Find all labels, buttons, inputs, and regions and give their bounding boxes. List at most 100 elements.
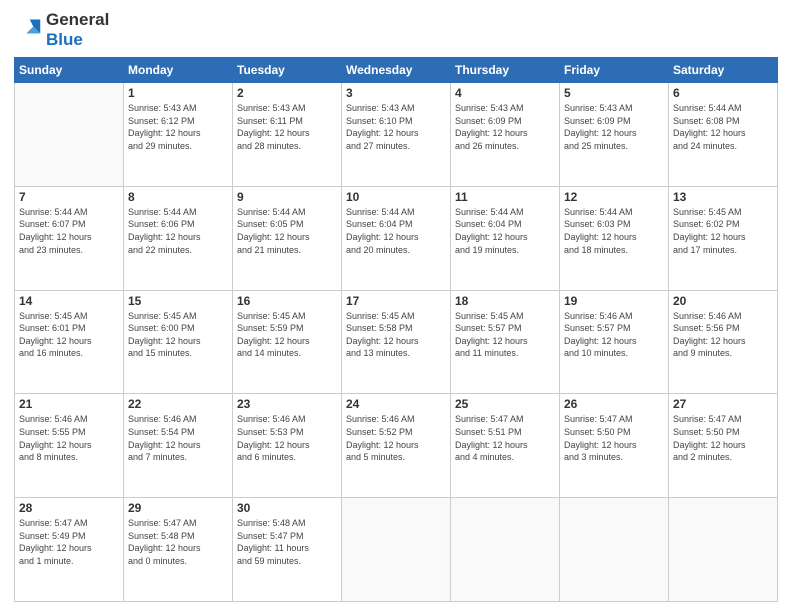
day-info: Sunrise: 5:44 AM Sunset: 6:05 PM Dayligh… bbox=[237, 206, 337, 256]
calendar-cell: 9 Sunrise: 5:44 AM Sunset: 6:05 PM Daylig… bbox=[233, 186, 342, 290]
day-info: Sunrise: 5:48 AM Sunset: 5:47 PM Dayligh… bbox=[237, 517, 337, 567]
day-info: Sunrise: 5:44 AM Sunset: 6:06 PM Dayligh… bbox=[128, 206, 228, 256]
logo-text: General Blue bbox=[46, 10, 109, 49]
day-info: Sunrise: 5:45 AM Sunset: 5:57 PM Dayligh… bbox=[455, 310, 555, 360]
day-info: Sunrise: 5:44 AM Sunset: 6:04 PM Dayligh… bbox=[455, 206, 555, 256]
day-info: Sunrise: 5:45 AM Sunset: 6:00 PM Dayligh… bbox=[128, 310, 228, 360]
day-number: 26 bbox=[564, 397, 664, 411]
day-number: 24 bbox=[346, 397, 446, 411]
calendar-cell: 21 Sunrise: 5:46 AM Sunset: 5:55 PM Dayli… bbox=[15, 394, 124, 498]
calendar-cell: 8 Sunrise: 5:44 AM Sunset: 6:06 PM Daylig… bbox=[124, 186, 233, 290]
day-info: Sunrise: 5:46 AM Sunset: 5:53 PM Dayligh… bbox=[237, 413, 337, 463]
calendar-cell: 27 Sunrise: 5:47 AM Sunset: 5:50 PM Dayli… bbox=[669, 394, 778, 498]
page: General Blue SundayMondayTuesdayWednesda… bbox=[0, 0, 792, 612]
day-info: Sunrise: 5:46 AM Sunset: 5:56 PM Dayligh… bbox=[673, 310, 773, 360]
weekday-header: Tuesday bbox=[233, 58, 342, 83]
day-number: 25 bbox=[455, 397, 555, 411]
calendar-cell bbox=[669, 498, 778, 602]
calendar-cell: 3Sunrise: 5:43 AM Sunset: 6:10 PM Daylig… bbox=[342, 83, 451, 187]
day-number: 14 bbox=[19, 294, 119, 308]
calendar-cell bbox=[342, 498, 451, 602]
weekday-header: Sunday bbox=[15, 58, 124, 83]
header: General Blue bbox=[14, 10, 778, 49]
day-info: Sunrise: 5:43 AM Sunset: 6:11 PM Dayligh… bbox=[237, 102, 337, 152]
day-info: Sunrise: 5:46 AM Sunset: 5:55 PM Dayligh… bbox=[19, 413, 119, 463]
day-info: Sunrise: 5:43 AM Sunset: 6:12 PM Dayligh… bbox=[128, 102, 228, 152]
day-number: 10 bbox=[346, 190, 446, 204]
day-info: Sunrise: 5:44 AM Sunset: 6:08 PM Dayligh… bbox=[673, 102, 773, 152]
day-number: 16 bbox=[237, 294, 337, 308]
calendar-cell: 24Sunrise: 5:46 AM Sunset: 5:52 PM Dayli… bbox=[342, 394, 451, 498]
logo-icon bbox=[14, 16, 42, 44]
day-info: Sunrise: 5:44 AM Sunset: 6:04 PM Dayligh… bbox=[346, 206, 446, 256]
day-number: 29 bbox=[128, 501, 228, 515]
calendar-cell: 17 Sunrise: 5:45 AM Sunset: 5:58 PM Dayli… bbox=[342, 290, 451, 394]
calendar: SundayMondayTuesdayWednesdayThursdayFrid… bbox=[14, 57, 778, 602]
day-info: Sunrise: 5:44 AM Sunset: 6:03 PM Dayligh… bbox=[564, 206, 664, 256]
day-number: 5 bbox=[564, 86, 664, 100]
day-number: 20 bbox=[673, 294, 773, 308]
day-number: 23 bbox=[237, 397, 337, 411]
day-number: 1 bbox=[128, 86, 228, 100]
calendar-cell: 20 Sunrise: 5:46 AM Sunset: 5:56 PM Dayli… bbox=[669, 290, 778, 394]
weekday-header: Thursday bbox=[451, 58, 560, 83]
logo: General Blue bbox=[14, 10, 109, 49]
weekday-header: Monday bbox=[124, 58, 233, 83]
calendar-cell bbox=[451, 498, 560, 602]
day-number: 17 bbox=[346, 294, 446, 308]
day-number: 11 bbox=[455, 190, 555, 204]
day-info: Sunrise: 5:47 AM Sunset: 5:51 PM Dayligh… bbox=[455, 413, 555, 463]
day-number: 21 bbox=[19, 397, 119, 411]
weekday-header: Friday bbox=[560, 58, 669, 83]
day-info: Sunrise: 5:45 AM Sunset: 5:58 PM Dayligh… bbox=[346, 310, 446, 360]
day-number: 6 bbox=[673, 86, 773, 100]
calendar-cell: 12 Sunrise: 5:44 AM Sunset: 6:03 PM Dayli… bbox=[560, 186, 669, 290]
calendar-cell: 10 Sunrise: 5:44 AM Sunset: 6:04 PM Dayli… bbox=[342, 186, 451, 290]
day-number: 18 bbox=[455, 294, 555, 308]
day-info: Sunrise: 5:43 AM Sunset: 6:09 PM Dayligh… bbox=[455, 102, 555, 152]
calendar-cell: 1 Sunrise: 5:43 AM Sunset: 6:12 PM Daylig… bbox=[124, 83, 233, 187]
day-info: Sunrise: 5:46 AM Sunset: 5:57 PM Dayligh… bbox=[564, 310, 664, 360]
calendar-cell: 23 Sunrise: 5:46 AM Sunset: 5:53 PM Dayli… bbox=[233, 394, 342, 498]
day-number: 30 bbox=[237, 501, 337, 515]
day-info: Sunrise: 5:44 AM Sunset: 6:07 PM Dayligh… bbox=[19, 206, 119, 256]
calendar-cell: 30 Sunrise: 5:48 AM Sunset: 5:47 PM Dayli… bbox=[233, 498, 342, 602]
calendar-cell: 16 Sunrise: 5:45 AM Sunset: 5:59 PM Dayli… bbox=[233, 290, 342, 394]
day-number: 7 bbox=[19, 190, 119, 204]
calendar-cell: 22 Sunrise: 5:46 AM Sunset: 5:54 PM Dayli… bbox=[124, 394, 233, 498]
day-info: Sunrise: 5:47 AM Sunset: 5:48 PM Dayligh… bbox=[128, 517, 228, 567]
day-number: 2 bbox=[237, 86, 337, 100]
weekday-header: Wednesday bbox=[342, 58, 451, 83]
day-number: 9 bbox=[237, 190, 337, 204]
calendar-cell: 7 Sunrise: 5:44 AM Sunset: 6:07 PM Daylig… bbox=[15, 186, 124, 290]
calendar-cell: 2 Sunrise: 5:43 AM Sunset: 6:11 PM Daylig… bbox=[233, 83, 342, 187]
day-number: 22 bbox=[128, 397, 228, 411]
calendar-cell: 19 Sunrise: 5:46 AM Sunset: 5:57 PM Dayli… bbox=[560, 290, 669, 394]
calendar-cell: 5Sunrise: 5:43 AM Sunset: 6:09 PM Daylig… bbox=[560, 83, 669, 187]
day-number: 27 bbox=[673, 397, 773, 411]
day-number: 4 bbox=[455, 86, 555, 100]
day-info: Sunrise: 5:47 AM Sunset: 5:49 PM Dayligh… bbox=[19, 517, 119, 567]
calendar-cell: 18 Sunrise: 5:45 AM Sunset: 5:57 PM Dayli… bbox=[451, 290, 560, 394]
day-number: 8 bbox=[128, 190, 228, 204]
day-number: 13 bbox=[673, 190, 773, 204]
day-info: Sunrise: 5:47 AM Sunset: 5:50 PM Dayligh… bbox=[564, 413, 664, 463]
day-info: Sunrise: 5:45 AM Sunset: 5:59 PM Dayligh… bbox=[237, 310, 337, 360]
calendar-cell: 25 Sunrise: 5:47 AM Sunset: 5:51 PM Dayli… bbox=[451, 394, 560, 498]
calendar-cell: 4 Sunrise: 5:43 AM Sunset: 6:09 PM Daylig… bbox=[451, 83, 560, 187]
day-info: Sunrise: 5:47 AM Sunset: 5:50 PM Dayligh… bbox=[673, 413, 773, 463]
calendar-cell: 29 Sunrise: 5:47 AM Sunset: 5:48 PM Dayli… bbox=[124, 498, 233, 602]
day-info: Sunrise: 5:45 AM Sunset: 6:01 PM Dayligh… bbox=[19, 310, 119, 360]
calendar-cell bbox=[15, 83, 124, 187]
day-info: Sunrise: 5:45 AM Sunset: 6:02 PM Dayligh… bbox=[673, 206, 773, 256]
calendar-cell bbox=[560, 498, 669, 602]
day-number: 12 bbox=[564, 190, 664, 204]
day-number: 15 bbox=[128, 294, 228, 308]
calendar-cell: 28Sunrise: 5:47 AM Sunset: 5:49 PM Dayli… bbox=[15, 498, 124, 602]
calendar-cell: 14 Sunrise: 5:45 AM Sunset: 6:01 PM Dayli… bbox=[15, 290, 124, 394]
calendar-cell: 6 Sunrise: 5:44 AM Sunset: 6:08 PM Daylig… bbox=[669, 83, 778, 187]
weekday-header: Saturday bbox=[669, 58, 778, 83]
day-info: Sunrise: 5:43 AM Sunset: 6:10 PM Dayligh… bbox=[346, 102, 446, 152]
day-number: 19 bbox=[564, 294, 664, 308]
day-info: Sunrise: 5:46 AM Sunset: 5:54 PM Dayligh… bbox=[128, 413, 228, 463]
